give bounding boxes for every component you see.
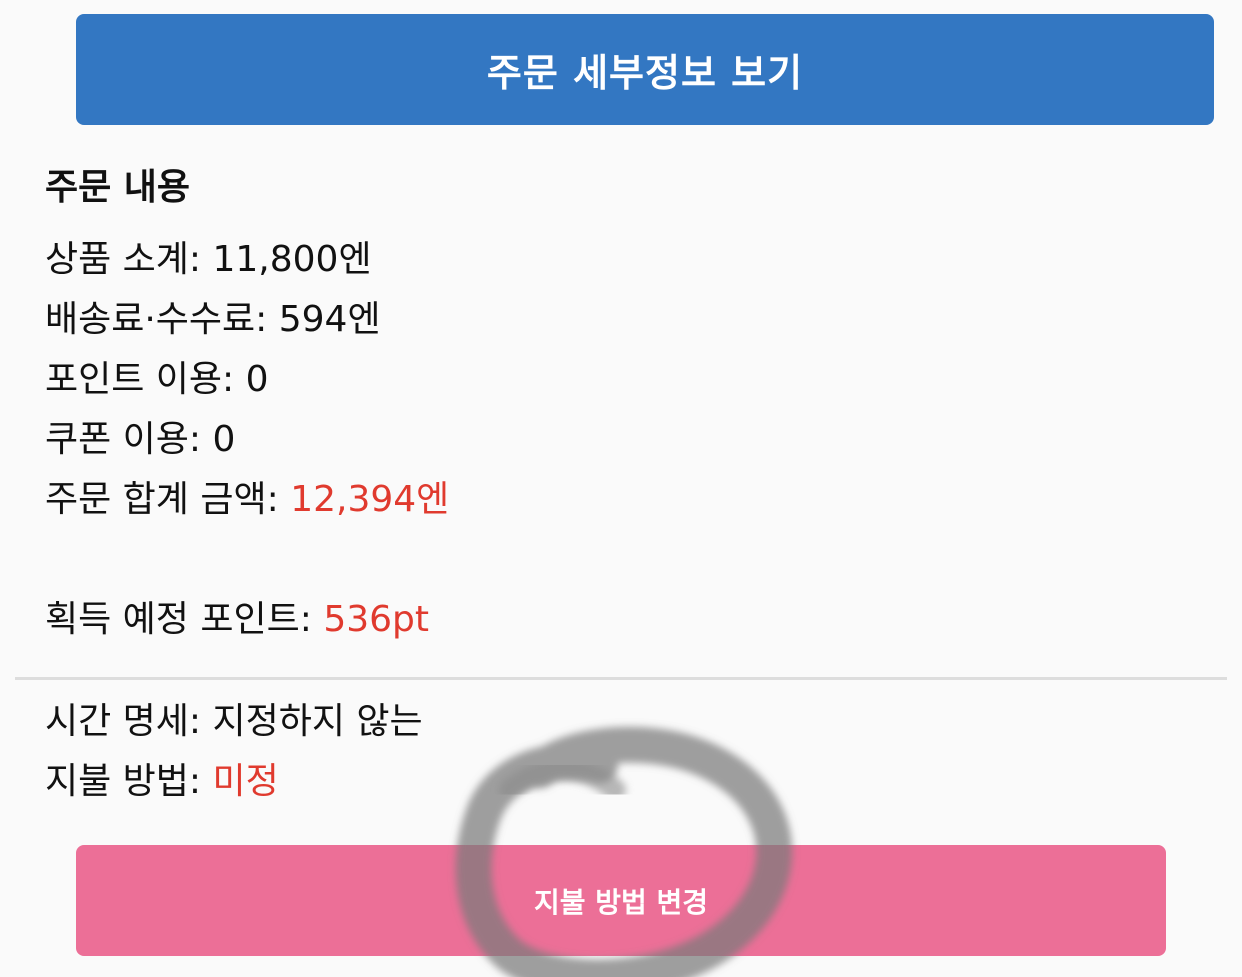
shipping-fee-value: 594엔	[278, 299, 381, 340]
shipping-fee-label: 배송료·수수료:	[45, 299, 279, 340]
order-total-value: 12,394엔	[290, 479, 450, 520]
order-total-label: 주문 합계 금액:	[45, 479, 291, 520]
order-total-row: 주문 합계 금액: 12,394엔	[45, 470, 449, 530]
points-used-row: 포인트 이용: 0	[45, 350, 449, 410]
points-used-value: 0	[245, 359, 269, 400]
subtotal-value: 11,800엔	[212, 239, 372, 280]
coupon-used-label: 쿠폰 이용:	[45, 419, 213, 460]
order-summary-list: 상품 소계: 11,800엔 배송료·수수료: 594엔 포인트 이용: 0 쿠…	[45, 230, 449, 650]
payment-method-label: 지불 방법:	[45, 761, 213, 802]
spacer	[45, 530, 449, 590]
delivery-time-value: 지정하지 않는	[212, 701, 423, 742]
view-order-details-button[interactable]: 주문 세부정보 보기	[76, 14, 1214, 125]
delivery-time-row: 시간 명세: 지정하지 않는	[45, 692, 423, 752]
delivery-time-label: 시간 명세:	[45, 701, 213, 742]
subtotal-label: 상품 소계:	[45, 239, 213, 280]
payment-method-value: 미정	[212, 761, 279, 802]
earned-points-label: 획득 예정 포인트:	[45, 599, 324, 640]
subtotal-row: 상품 소계: 11,800엔	[45, 230, 449, 290]
delivery-info-list: 시간 명세: 지정하지 않는 지불 방법: 미정	[45, 692, 423, 812]
section-divider	[15, 677, 1227, 680]
points-used-label: 포인트 이용:	[45, 359, 246, 400]
change-payment-method-button[interactable]: 지불 방법 변경	[76, 845, 1166, 956]
earned-points-value: 536pt	[323, 599, 429, 640]
order-summary-title: 주문 내용	[45, 167, 191, 208]
shipping-fee-row: 배송료·수수료: 594엔	[45, 290, 449, 350]
order-page: 주문 세부정보 보기 주문 내용 상품 소계: 11,800엔 배송료·수수료:…	[0, 0, 1242, 977]
coupon-used-value: 0	[212, 419, 236, 460]
payment-method-row: 지불 방법: 미정	[45, 752, 423, 812]
earned-points-row: 획득 예정 포인트: 536pt	[45, 590, 449, 650]
coupon-used-row: 쿠폰 이용: 0	[45, 410, 449, 470]
